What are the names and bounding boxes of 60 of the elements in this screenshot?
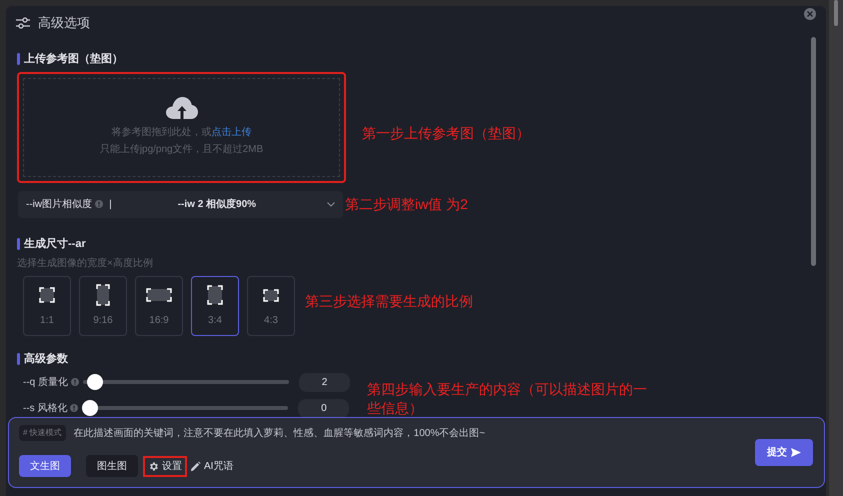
mode-tab[interactable]: 图生图 [86,455,138,477]
ratio-label: 9:16 [93,314,113,328]
scrollbar[interactable] [811,37,816,266]
send-icon [791,448,801,457]
upload-cloud-icon [166,97,198,119]
settings-button[interactable]: 设置 [143,456,187,476]
info-icon [95,200,104,208]
select-value: --iw 2 相似度90% [178,197,256,212]
upload-link[interactable]: 点击上传 [212,127,252,138]
annotation-text: 第一步上传参考图（垫图） [362,124,530,143]
aspect-ratio-icon [263,288,279,302]
select-label: --iw图片相似度 [26,198,92,212]
ratio-option[interactable]: 4:3 [247,276,295,336]
dialog-title: 高级选项 [38,14,90,32]
value-field[interactable]: 2 [299,372,350,392]
size-hint: 选择生成图像的宽度×高度比例 [17,256,154,271]
sliders-icon [16,17,30,29]
chevron-down-icon [327,202,335,206]
ratio-option[interactable]: 9:16 [79,276,127,336]
slider[interactable] [83,374,289,390]
ratio-option[interactable]: 1:1 [23,276,71,336]
pencil-icon [190,460,201,472]
upload-prompt: 将参考图拖到此处，或 [112,127,212,138]
prompt-input[interactable]: 在此描述画面的关键词，注意不要在此填入萝莉、性感、血腥等敏感词内容，100%不会出图~ [74,426,745,440]
annotation-text: 第三步选择需要生成的比例 [305,292,473,311]
slider-thumb[interactable] [86,374,103,390]
ratio-label: 3:4 [208,314,222,328]
slider-label: --q 质量化 [23,376,68,390]
ratio-label: 1:1 [40,314,54,328]
annotation-text: 第四步输入要生产的内容（可以描述图片的一些信息） [367,380,648,418]
slider-thumb[interactable] [82,400,98,416]
ratio-option[interactable]: 16:9 [135,276,183,336]
similarity-select[interactable]: --iw图片相似度 | --iw 2 相似度90% [18,190,343,218]
value-field[interactable]: 0 [298,398,350,418]
slider[interactable] [82,400,288,416]
close-icon [807,11,813,17]
aspect-ratio-icon [146,288,172,302]
aspect-ratio-icon [39,287,55,303]
info-icon [71,378,79,386]
text-cursor: | [109,198,112,212]
gear-icon [148,460,159,472]
upload-hint: 只能上传jpg/png文件，且不超过2MB [100,142,264,157]
close-button[interactable] [804,8,816,20]
submit-button[interactable]: 提交 [755,439,813,466]
annotation-text: 第二步调整iw值 为2 [345,195,468,214]
slider-label: --s 风格化 [23,402,68,416]
ratio-option[interactable]: 3:4 [191,276,239,336]
section-title: 上传参考图（垫图） [24,52,123,67]
section-title: 生成尺寸--ar [24,236,86,252]
ratio-label: 16:9 [149,314,169,328]
info-icon [70,404,78,412]
upload-area[interactable]: 将参考图拖到此处，或点击上传 只能上传jpg/png文件，且不超过2MB [17,72,346,182]
page-scrollbar[interactable] [834,0,838,26]
section-title: 高级参数 [24,352,68,367]
mode-tab[interactable]: 文生图 [19,455,71,477]
ratio-label: 4:3 [264,314,278,328]
ai-spell-button[interactable]: AI咒语 [190,458,234,474]
mode-tag: # 快速模式 [19,425,66,441]
aspect-ratio-icon [96,284,110,306]
aspect-ratio-icon [207,285,223,305]
